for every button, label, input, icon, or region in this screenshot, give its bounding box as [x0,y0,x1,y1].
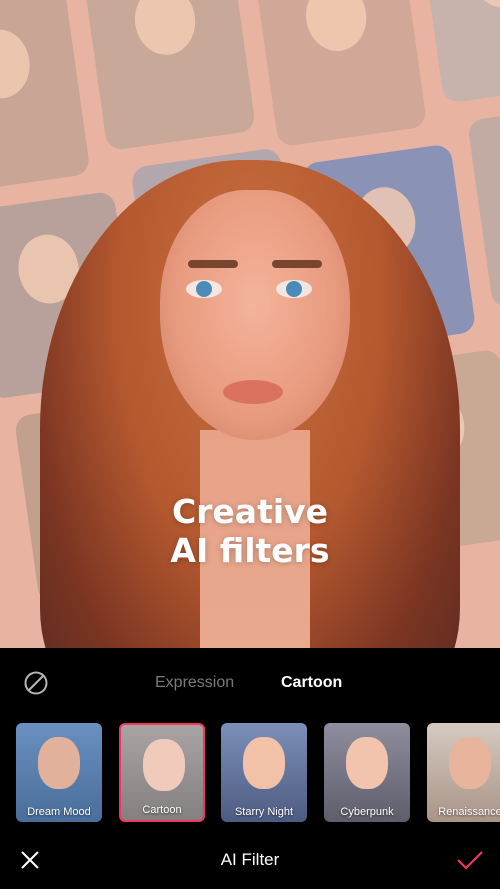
filter-cartoon[interactable]: Cartoon [119,723,205,822]
thumb-face [449,737,491,789]
bottom-bar: AI Filter [0,835,500,885]
filter-dream-mood[interactable]: Dream Mood [16,723,102,822]
hero-headline: Creative AI filters [0,492,500,570]
collage-tile [81,0,257,152]
headline-line-1: Creative [171,492,329,531]
no-filter-button[interactable] [24,671,48,695]
filter-label: Cyberpunk [340,806,394,818]
thumb-face [346,737,388,789]
preview-image: Creative AI filters [0,0,500,648]
filter-label: Renaissance [438,806,500,818]
filter-label: Cartoon [142,804,182,816]
check-icon [457,851,483,870]
filter-renaissance[interactable]: Renaissance [427,723,500,822]
collage-tile [417,0,500,104]
thumb-face [38,737,80,789]
filter-list: Dream Mood Cartoon Starry Night Cyberpun… [0,723,500,823]
tab-cartoon[interactable]: Cartoon [281,673,342,693]
filter-cyberpunk[interactable]: Cyberpunk [324,723,410,822]
portrait-brow [272,260,322,268]
confirm-button[interactable] [456,849,484,871]
headline-line-2: AI filters [170,531,330,570]
collage-tile [252,0,428,148]
portrait-eye [276,280,312,298]
thumb-face [143,739,185,791]
screen-title: AI Filter [220,850,280,869]
main-portrait [0,130,500,648]
thumb-face [243,737,285,789]
tab-expression[interactable]: Expression [155,673,234,693]
portrait-eye [186,280,222,298]
no-filter-icon [24,671,48,695]
portrait-lips [223,380,283,404]
portrait-brow [188,260,238,268]
filter-label: Starry Night [234,806,294,818]
filter-label: Dream Mood [27,806,91,818]
filter-starry-night[interactable]: Starry Night [221,723,307,822]
